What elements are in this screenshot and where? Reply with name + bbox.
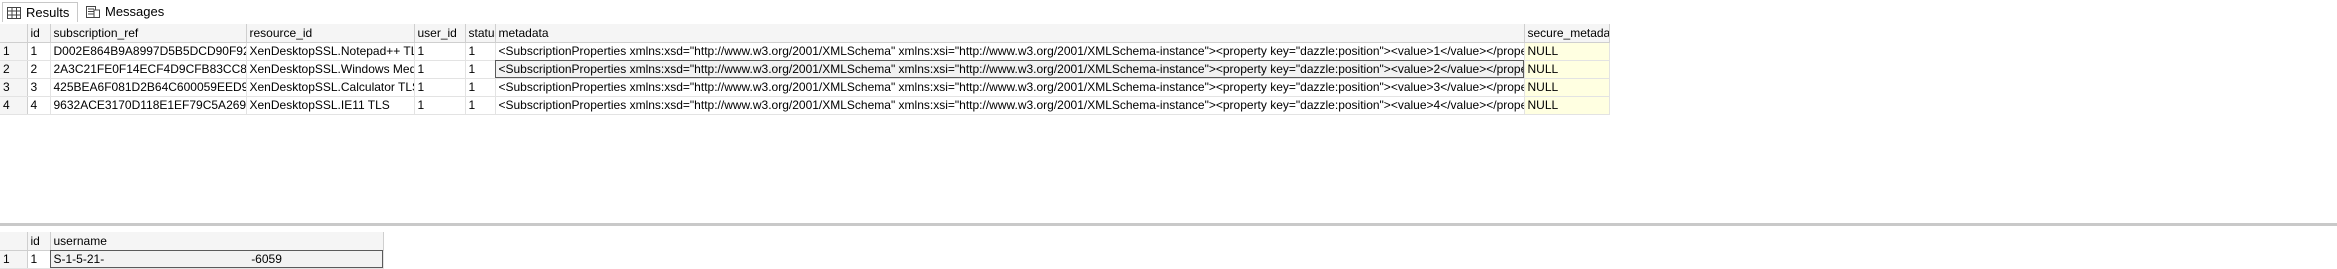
- cell-subscription-ref[interactable]: 425BEA6F081D2B64C600059EED9DEA23: [50, 78, 247, 97]
- cell-id[interactable]: 3: [27, 78, 51, 97]
- row-number[interactable]: 4: [0, 96, 28, 115]
- grid-filler: [1609, 78, 2337, 96]
- column-header-id[interactable]: id: [27, 24, 51, 43]
- grid-filler: [1609, 42, 2337, 60]
- username-start: S-1-5-21-: [53, 252, 105, 266]
- row-number[interactable]: 1: [0, 250, 28, 269]
- column-header-user-id[interactable]: user_id: [414, 24, 466, 43]
- cell-subscription-ref[interactable]: 2A3C21FE0F14ECF4D9CFB83CC8118CE7: [50, 60, 247, 79]
- cell-user-id[interactable]: 1: [414, 78, 466, 97]
- column-header-metadata[interactable]: metadata: [495, 24, 1525, 43]
- row-number[interactable]: 1: [0, 42, 28, 61]
- cell-user-id[interactable]: 1: [414, 96, 466, 115]
- grid-filler: [1609, 24, 2337, 42]
- cell-id[interactable]: 1: [27, 42, 51, 61]
- row-number[interactable]: 3: [0, 78, 28, 97]
- cell-status[interactable]: 1: [465, 78, 496, 97]
- cell-secure-metadata[interactable]: NULL: [1524, 78, 1610, 97]
- tab-messages[interactable]: Messages: [82, 2, 172, 22]
- messages-icon: [86, 6, 100, 18]
- cell-status[interactable]: 1: [465, 42, 496, 61]
- cell-subscription-ref[interactable]: 9632ACE3170D118E1EF79C5A269299CA: [50, 96, 247, 115]
- column-header-username[interactable]: username: [50, 232, 384, 251]
- grid-filler: [1609, 60, 2337, 78]
- grid-filler: [1609, 96, 2337, 114]
- table-row[interactable]: 1 1 D002E864B9A8997D5B5DCD90F92A7005 Xen…: [0, 42, 2337, 61]
- results-splitter[interactable]: [0, 223, 2337, 226]
- cell-secure-metadata[interactable]: NULL: [1524, 42, 1610, 61]
- tab-messages-label: Messages: [105, 4, 165, 19]
- cell-id[interactable]: 1: [27, 250, 51, 269]
- cell-metadata-selected[interactable]: <SubscriptionProperties xmlns:xsd="http:…: [495, 60, 1525, 79]
- cell-secure-metadata[interactable]: NULL: [1524, 60, 1610, 79]
- column-header-subscription-ref[interactable]: subscription_ref: [50, 24, 247, 43]
- row-number[interactable]: 2: [0, 60, 28, 79]
- username-end: -6059: [251, 252, 282, 266]
- grid-header-row: id subscription_ref resource_id user_id …: [0, 24, 2337, 43]
- cell-user-id[interactable]: 1: [414, 42, 466, 61]
- table-row[interactable]: 4 4 9632ACE3170D118E1EF79C5A269299CA Xen…: [0, 96, 2337, 115]
- cell-status[interactable]: 1: [465, 60, 496, 79]
- cell-secure-metadata[interactable]: NULL: [1524, 96, 1610, 115]
- cell-metadata[interactable]: <SubscriptionProperties xmlns:xsd="http:…: [495, 78, 1525, 97]
- cell-subscription-ref[interactable]: D002E864B9A8997D5B5DCD90F92A7005: [50, 42, 247, 61]
- table-row[interactable]: 1 1 S-1-5-21- -6059: [0, 250, 384, 269]
- column-header-secure-metadata[interactable]: secure_metadata: [1524, 24, 1610, 43]
- tab-results[interactable]: Results: [2, 2, 78, 22]
- row-number-header[interactable]: [0, 232, 28, 251]
- column-header-resource-id[interactable]: resource_id: [246, 24, 415, 43]
- cell-username-selected[interactable]: S-1-5-21- -6059: [50, 250, 384, 269]
- results-grid-2: id username 1 1 S-1-5-21- -6059: [0, 232, 384, 269]
- table-row[interactable]: 2 2 2A3C21FE0F14ECF4D9CFB83CC8118CE7 Xen…: [0, 60, 2337, 79]
- column-header-id[interactable]: id: [27, 232, 51, 251]
- tab-results-label: Results: [26, 4, 70, 20]
- cell-resource-id[interactable]: XenDesktopSSL.IE11 TLS: [246, 96, 415, 115]
- row-number-header[interactable]: [0, 24, 28, 43]
- grid-header-row: id username: [0, 232, 384, 251]
- cell-id[interactable]: 2: [27, 60, 51, 79]
- table-row[interactable]: 3 3 425BEA6F081D2B64C600059EED9DEA23 Xen…: [0, 78, 2337, 97]
- column-header-status[interactable]: status: [465, 24, 496, 43]
- results-grid-1: id subscription_ref resource_id user_id …: [0, 24, 2337, 115]
- cell-metadata[interactable]: <SubscriptionProperties xmlns:xsd="http:…: [495, 96, 1525, 115]
- cell-resource-id[interactable]: XenDesktopSSL.Windows Media Player TLS: [246, 60, 415, 79]
- cell-user-id[interactable]: 1: [414, 60, 466, 79]
- cell-status[interactable]: 1: [465, 96, 496, 115]
- cell-id[interactable]: 4: [27, 96, 51, 115]
- cell-resource-id[interactable]: XenDesktopSSL.Notepad++ TLS: [246, 42, 415, 61]
- grid-icon: [7, 6, 21, 19]
- result-tabs: Results Messages: [0, 0, 2337, 25]
- cell-metadata[interactable]: <SubscriptionProperties xmlns:xsd="http:…: [495, 42, 1525, 61]
- cell-resource-id[interactable]: XenDesktopSSL.Calculator TLS: [246, 78, 415, 97]
